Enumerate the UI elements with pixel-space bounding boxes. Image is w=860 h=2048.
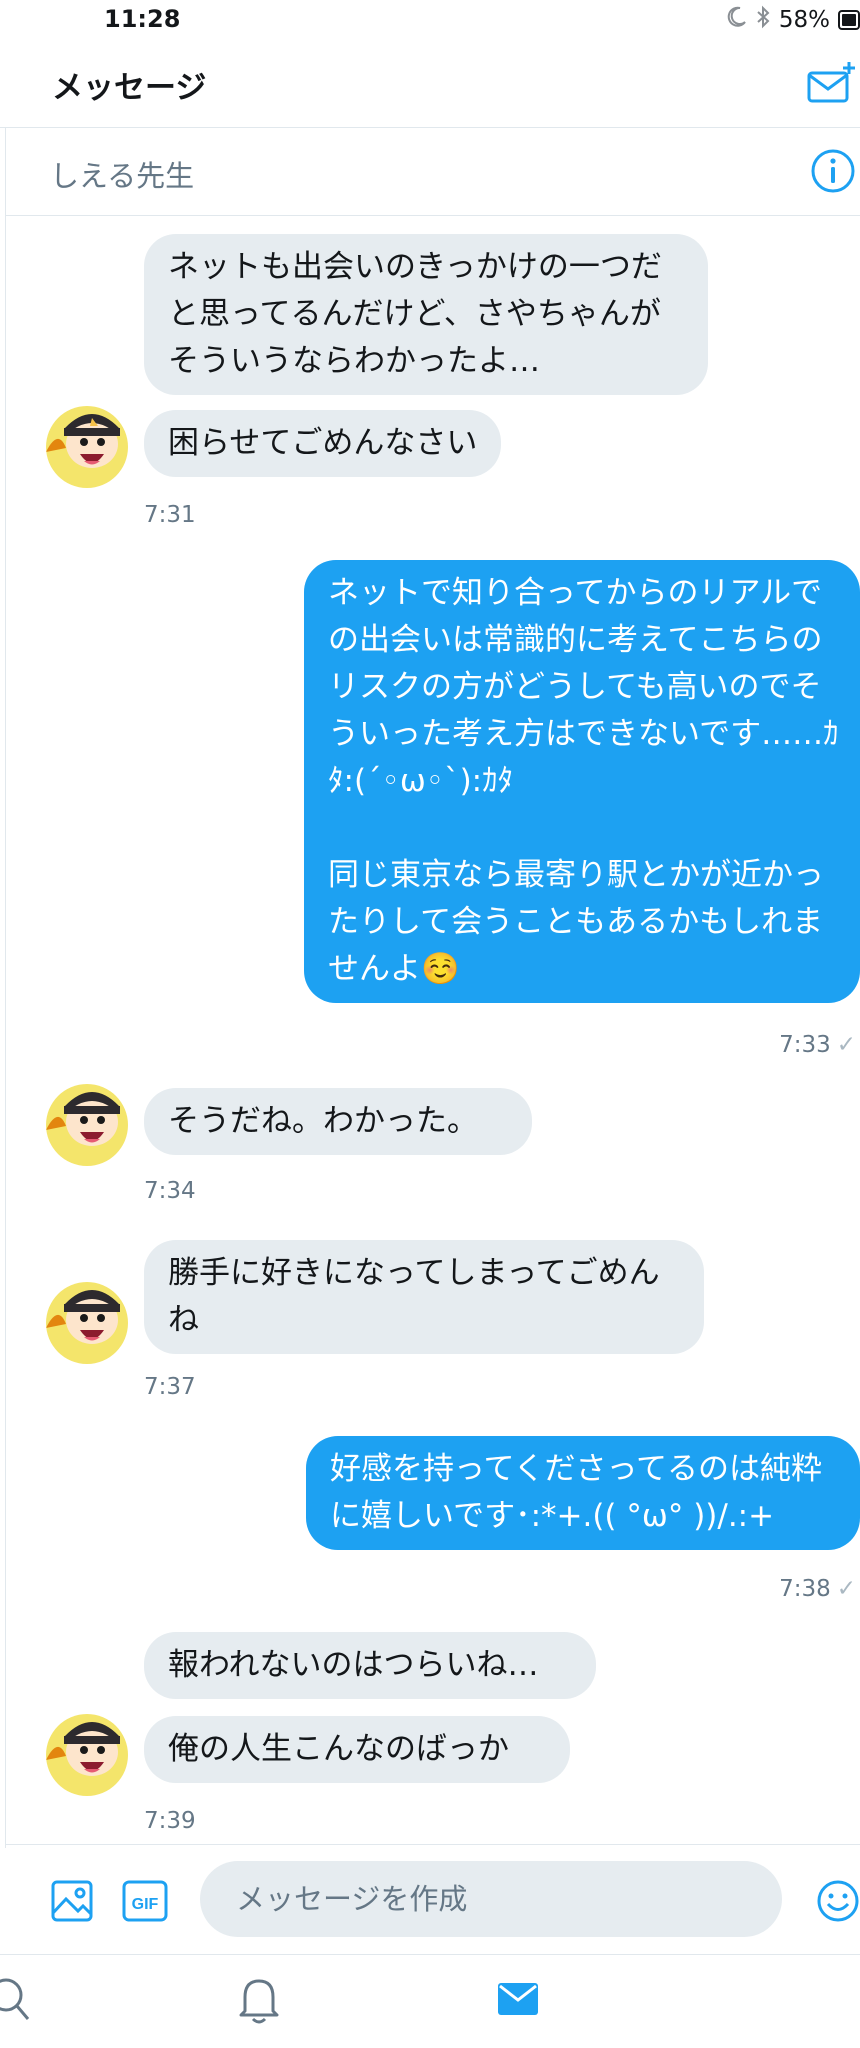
conversation-header[interactable]: しえる先生 bbox=[6, 128, 860, 216]
status-bar: 11:28 58% bbox=[0, 0, 860, 40]
conversation-name: しえる先生 bbox=[50, 159, 195, 193]
battery-percent: 58% bbox=[778, 7, 830, 33]
message-timestamp: 7:31 bbox=[144, 502, 196, 528]
bluetooth-icon bbox=[755, 5, 771, 35]
message-input[interactable] bbox=[200, 1861, 782, 1937]
message-bubble-incoming[interactable]: ネットも出会いのきっかけの一つだと思ってるんだけど、さやちゃんがそういうならわか… bbox=[144, 234, 708, 395]
message-bubble-outgoing[interactable]: 好感を持ってくださってるのは純粋に嬉しいです･:*+.(( °ω° ))/.:+ bbox=[306, 1436, 860, 1550]
avatar[interactable] bbox=[46, 406, 128, 488]
message-bubble-incoming[interactable]: 困らせてごめんなさい bbox=[144, 410, 502, 477]
info-icon[interactable] bbox=[810, 148, 856, 194]
message-bubble-outgoing[interactable]: ネットで知り合ってからのリアルでの出会いは常識的に考えてこちらのリスクの方がどう… bbox=[304, 560, 860, 1003]
status-time: 11:28 bbox=[104, 5, 181, 33]
message-bubble-incoming[interactable]: 勝手に好きになってしまってごめんね bbox=[144, 1240, 704, 1354]
message-timestamp: 7:33 ✓ bbox=[779, 1032, 856, 1058]
message-bubble-incoming[interactable]: そうだね。わかった。 bbox=[144, 1088, 532, 1155]
search-icon[interactable] bbox=[0, 1975, 32, 2029]
avatar[interactable] bbox=[46, 1714, 128, 1796]
gif-icon[interactable]: GIF bbox=[122, 1879, 168, 1927]
message-bubble-incoming[interactable]: 俺の人生こんなのばっか bbox=[144, 1716, 570, 1783]
moon-icon bbox=[727, 6, 747, 34]
message-composer: GIF bbox=[6, 1844, 860, 1954]
top-header: メッセージ bbox=[0, 40, 860, 128]
emoji-icon[interactable] bbox=[816, 1879, 860, 1927]
message-thread[interactable]: ネットも出会いのきっかけの一つだと思ってるんだけど、さやちゃんがそういうならわか… bbox=[6, 216, 860, 1844]
message-timestamp: 7:39 bbox=[144, 1808, 196, 1834]
sent-check-icon: ✓ bbox=[836, 1576, 856, 1602]
page-title: メッセージ bbox=[52, 70, 207, 106]
battery-icon bbox=[838, 10, 860, 30]
notifications-icon[interactable] bbox=[236, 1975, 282, 2029]
bottom-tab-bar bbox=[0, 1954, 860, 2048]
compose-message-icon[interactable] bbox=[806, 60, 856, 106]
avatar[interactable] bbox=[46, 1084, 128, 1166]
sent-check-icon: ✓ bbox=[836, 1032, 856, 1058]
status-indicators: 58% bbox=[727, 5, 860, 35]
message-timestamp: 7:37 bbox=[144, 1374, 196, 1400]
avatar[interactable] bbox=[46, 1282, 128, 1364]
messages-icon[interactable] bbox=[496, 1975, 540, 2029]
message-bubble-incoming[interactable]: 報われないのはつらいね… bbox=[144, 1632, 596, 1699]
image-icon[interactable] bbox=[50, 1879, 94, 1927]
message-timestamp: 7:38 ✓ bbox=[779, 1576, 856, 1602]
message-timestamp: 7:34 bbox=[144, 1178, 196, 1204]
gif-label: GIF bbox=[132, 1896, 159, 1913]
